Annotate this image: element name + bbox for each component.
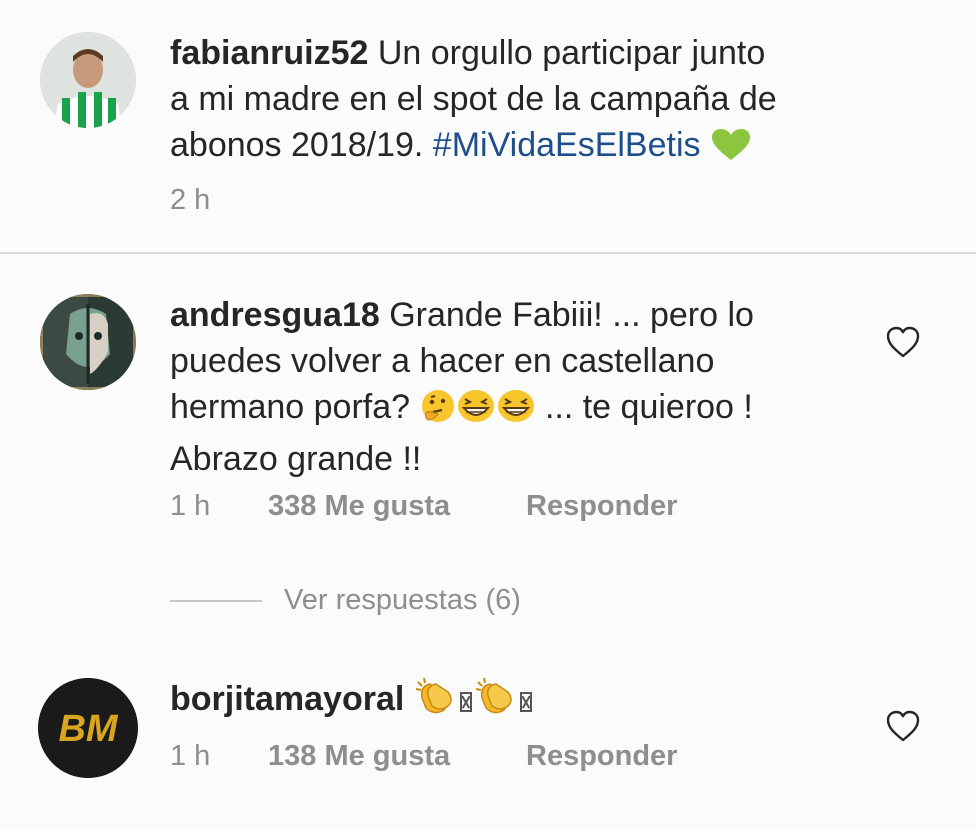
comment-line-3-end: ... te quieroo ! xyxy=(535,388,753,426)
comment-line-4: Abrazo grande !! xyxy=(170,440,422,478)
player-photo-icon xyxy=(40,32,136,128)
comment-text: borjitamayoral xyxy=(170,676,770,728)
comment-likes-count[interactable]: 138 Me gusta xyxy=(268,740,450,773)
caption-username[interactable]: fabianruiz52 xyxy=(170,34,368,72)
avatar-fabianruiz52[interactable] xyxy=(40,32,136,128)
like-heart-icon[interactable] xyxy=(886,326,920,360)
hashtag-link[interactable]: #MiVidaEsElBetis xyxy=(433,126,701,164)
clapping-hands-icon xyxy=(474,676,518,728)
comment-text: andresgua18 Grande Fabiii! ... pero lo p… xyxy=(170,292,870,482)
comment-username[interactable]: andresgua18 xyxy=(170,296,380,334)
grinning-squinting-face-icon xyxy=(456,388,496,436)
grinning-squinting-face-icon xyxy=(496,388,536,436)
section-divider xyxy=(0,252,976,254)
like-heart-icon[interactable] xyxy=(886,710,920,744)
reply-button[interactable]: Responder xyxy=(526,490,677,523)
avatar-andresgua18[interactable] xyxy=(40,294,136,390)
svg-text:BM: BM xyxy=(58,708,118,750)
post-caption: fabianruiz52 Un orgullo participar junto… xyxy=(0,0,976,252)
clapping-hands-icon xyxy=(414,676,458,728)
comment-likes-count[interactable]: 338 Me gusta xyxy=(268,490,450,523)
comment-line-2: puedes volver a hacer en castellano xyxy=(170,342,715,380)
caption-text: fabianruiz52 Un orgullo participar junto… xyxy=(170,30,910,174)
comment-line-3-start: hermano porfa? xyxy=(170,388,420,426)
comment-username[interactable]: borjitamayoral xyxy=(170,680,404,718)
thinking-face-icon xyxy=(420,388,456,436)
reply-button[interactable]: Responder xyxy=(526,740,677,773)
missing-glyph-icon xyxy=(519,692,532,712)
comment-timestamp: 1 h xyxy=(170,490,211,522)
comment-line-1: Grande Fabiii! ... pero lo xyxy=(379,296,754,334)
caption-timestamp: 2 h xyxy=(170,184,211,216)
missing-glyph-icon xyxy=(459,692,472,712)
view-replies-button[interactable]: Ver respuestas (6) xyxy=(284,584,521,617)
split-face-portrait-icon xyxy=(40,294,136,390)
comment-timestamp: 1 h xyxy=(170,740,211,772)
caption-line-3: abonos 2018/19. xyxy=(170,126,433,164)
avatar-borjitamayoral[interactable]: BM xyxy=(38,678,138,778)
replies-divider-line xyxy=(170,600,262,602)
green-heart-icon xyxy=(710,128,752,174)
caption-line-2: a mi madre en el spot de la campaña de xyxy=(170,80,777,118)
caption-line-1: Un orgullo participar junto xyxy=(368,34,766,72)
bm-logo-icon: BM xyxy=(38,678,138,778)
